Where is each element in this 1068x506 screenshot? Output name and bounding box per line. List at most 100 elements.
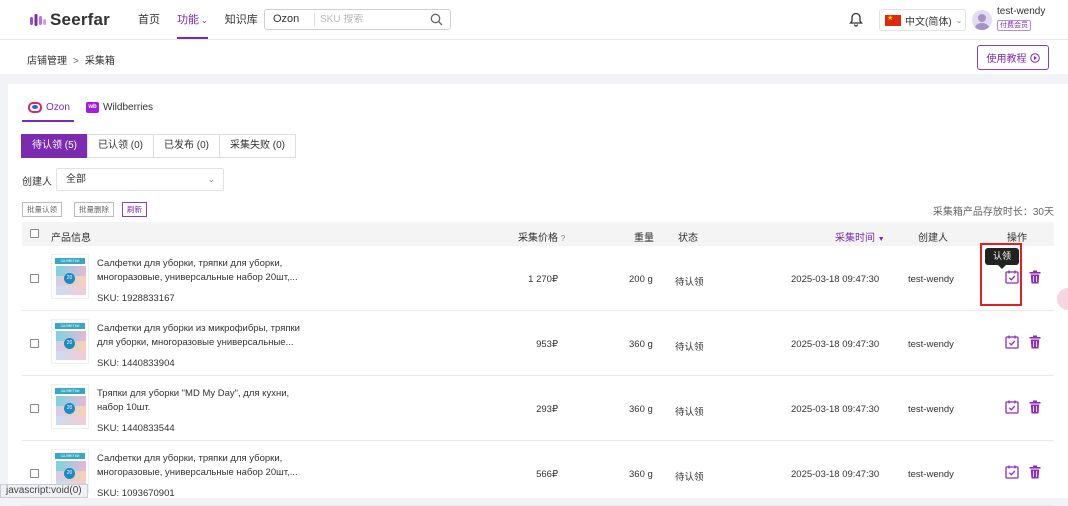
status-cell: 待认领 — [675, 407, 704, 418]
row-actions — [1005, 400, 1041, 414]
product-thumbnail[interactable]: САЛФЕТКИ 20 — [51, 384, 89, 429]
refresh-button[interactable]: 刷新 — [122, 202, 147, 217]
price-cell: 953₽ — [536, 339, 558, 350]
nav-home[interactable]: 首页 — [138, 0, 160, 40]
table-header: 产品信息 采集价格 ? 重量 状态 采集时间 ▼ 创建人 操作 — [22, 222, 1054, 246]
product-title[interactable]: Тряпки для уборки "MD My Day", для кухни… — [97, 387, 307, 415]
main-panel: Ozon wb Wildberries 待认领 (5) 已认领 (0) 已发布 … — [8, 84, 1068, 506]
tab-published[interactable]: 已发布 (0) — [153, 134, 220, 158]
breadcrumb: 店铺管理 > 采集箱 — [27, 52, 115, 67]
logo-text: Seerfar — [50, 10, 110, 29]
time-cell: 2025-03-18 09:47:30 — [791, 404, 880, 415]
search-input[interactable] — [315, 14, 420, 25]
product-thumbnail[interactable]: САЛФЕТКИ 20 — [51, 254, 89, 299]
row-checkbox[interactable] — [30, 469, 39, 478]
product-sku: SKU: 1093670901 — [97, 488, 175, 499]
product-title[interactable]: Салфетки для уборки из микрофибры, тряпк… — [97, 322, 307, 350]
user-menu[interactable]: test-wendy 付费会员 — [972, 6, 1045, 31]
breadcrumb-parent[interactable]: 店铺管理 — [27, 56, 67, 67]
creator-cell: test-wendy — [908, 469, 954, 480]
tab-claimed[interactable]: 已认领 (0) — [87, 134, 154, 158]
tab-pending[interactable]: 待认领 (5) — [21, 134, 88, 158]
thumb-label: САЛФЕТКИ — [55, 258, 85, 264]
claim-calendar-icon[interactable] — [1005, 335, 1019, 349]
claim-tooltip: 认领 — [985, 248, 1019, 269]
language-label: 中文(简体) — [905, 16, 952, 28]
search-platform-select[interactable]: Ozon — [265, 13, 315, 26]
chevron-down-icon: ⌄ — [207, 174, 215, 184]
status-tabs: 待认领 (5) 已认领 (0) 已发布 (0) 采集失败 (0) — [21, 134, 296, 158]
search-icon[interactable] — [430, 13, 443, 26]
thumb-label: САЛФЕТКИ — [55, 388, 85, 394]
product-title[interactable]: Салфетки для уборки, тряпки для уборки, … — [97, 452, 307, 480]
bulk-delete-button[interactable]: 批量删除 — [74, 202, 114, 217]
header-status: 状态 — [678, 233, 698, 244]
creator-cell: test-wendy — [908, 274, 954, 285]
row-actions — [1005, 465, 1041, 479]
weight-cell: 200 g — [629, 274, 653, 285]
chevron-down-icon: ⌄ — [955, 15, 963, 25]
bell-icon[interactable] — [849, 12, 863, 27]
table-row: САЛФЕТКИ 20 Салфетки для уборки из микроф… — [22, 311, 1054, 376]
row-checkbox[interactable] — [30, 404, 39, 413]
logo[interactable]: Seerfar — [30, 10, 110, 30]
creator-filter-select[interactable]: 全部 ⌄ — [56, 168, 224, 191]
price-cell: 1 270₽ — [528, 274, 558, 285]
breadcrumb-separator: > — [73, 56, 79, 67]
claim-calendar-icon[interactable] — [1005, 400, 1019, 414]
time-cell: 2025-03-18 09:47:30 — [791, 339, 880, 350]
time-cell: 2025-03-18 09:47:30 — [791, 274, 880, 285]
weight-cell: 360 g — [629, 469, 653, 480]
thumb-count: 20 — [64, 338, 75, 349]
row-checkbox[interactable] — [30, 339, 39, 348]
table-row: САЛФЕТКИ 20 Тряпки для уборки "MD My Day"… — [22, 376, 1054, 441]
thumb-label: САЛФЕТКИ — [55, 323, 85, 329]
sort-desc-icon: ▼ — [877, 236, 885, 243]
status-cell: 待认领 — [675, 472, 704, 483]
active-tab-indicator — [22, 120, 74, 122]
product-sku: SKU: 1440833544 — [97, 423, 175, 434]
browser-status-bar: javascript:void(0) — [0, 484, 88, 498]
trash-icon[interactable] — [1029, 270, 1041, 284]
user-name: test-wendy — [997, 6, 1046, 17]
header-time[interactable]: 采集时间 ▼ — [835, 229, 885, 244]
table-row: САЛФЕТКИ 20 Салфетки для уборки, тряпки д… — [22, 246, 1054, 311]
nav-features[interactable]: 功能 ⌄ — [177, 0, 208, 40]
creator-cell: test-wendy — [908, 339, 954, 350]
product-thumbnail[interactable]: САЛФЕТКИ 20 — [51, 319, 89, 364]
product-title[interactable]: Салфетки для уборки, тряпки для уборки, … — [97, 257, 307, 285]
trash-icon[interactable] — [1029, 335, 1041, 349]
price-cell: 566₽ — [536, 469, 558, 480]
header-product: 产品信息 — [51, 233, 91, 244]
header-weight: 重量 — [634, 233, 654, 244]
help-icon[interactable]: ? — [561, 234, 565, 243]
thumb-count: 20 — [64, 273, 75, 284]
row-checkbox[interactable] — [30, 274, 39, 283]
tab-wildberries[interactable]: wb Wildberries — [86, 100, 153, 114]
price-cell: 293₽ — [536, 404, 558, 415]
breadcrumb-current: 采集箱 — [84, 56, 115, 67]
select-all-checkbox[interactable] — [30, 229, 39, 238]
table-row: САЛФЕТКИ 20 Салфетки для уборки, тряпки д… — [22, 441, 1054, 506]
avatar — [972, 10, 992, 30]
weight-cell: 360 g — [629, 404, 653, 415]
language-select[interactable]: 中文(简体) ⌄ — [879, 9, 966, 31]
trash-icon[interactable] — [1029, 465, 1041, 479]
user-info: test-wendy 付费会员 — [997, 6, 1045, 31]
thumb-count: 20 — [64, 468, 75, 479]
top-bar: Seerfar 首页 功能⌄ 知识库 Ozon 中文(简体) ⌄ test-we… — [0, 0, 1068, 40]
thumb-label: САЛФЕТКИ — [55, 453, 85, 459]
tab-failed[interactable]: 采集失败 (0) — [219, 134, 296, 158]
tab-ozon[interactable]: Ozon — [28, 100, 70, 114]
storage-duration-note: 采集箱产品存放时长：30天 — [932, 207, 1054, 218]
trash-icon[interactable] — [1029, 400, 1041, 414]
tab-wildberries-label: Wildberries — [103, 101, 154, 113]
logo-icon — [30, 14, 46, 26]
nav-knowledge[interactable]: 知识库 — [225, 0, 258, 40]
bulk-claim-button[interactable]: 批量认领 — [22, 202, 62, 217]
claim-calendar-icon[interactable] — [1005, 465, 1019, 479]
time-cell: 2025-03-18 09:47:30 — [791, 469, 880, 480]
product-sku: SKU: 1928833167 — [97, 293, 175, 304]
tutorial-button[interactable]: 使用教程 — [977, 45, 1049, 70]
ozon-icon — [28, 101, 42, 113]
